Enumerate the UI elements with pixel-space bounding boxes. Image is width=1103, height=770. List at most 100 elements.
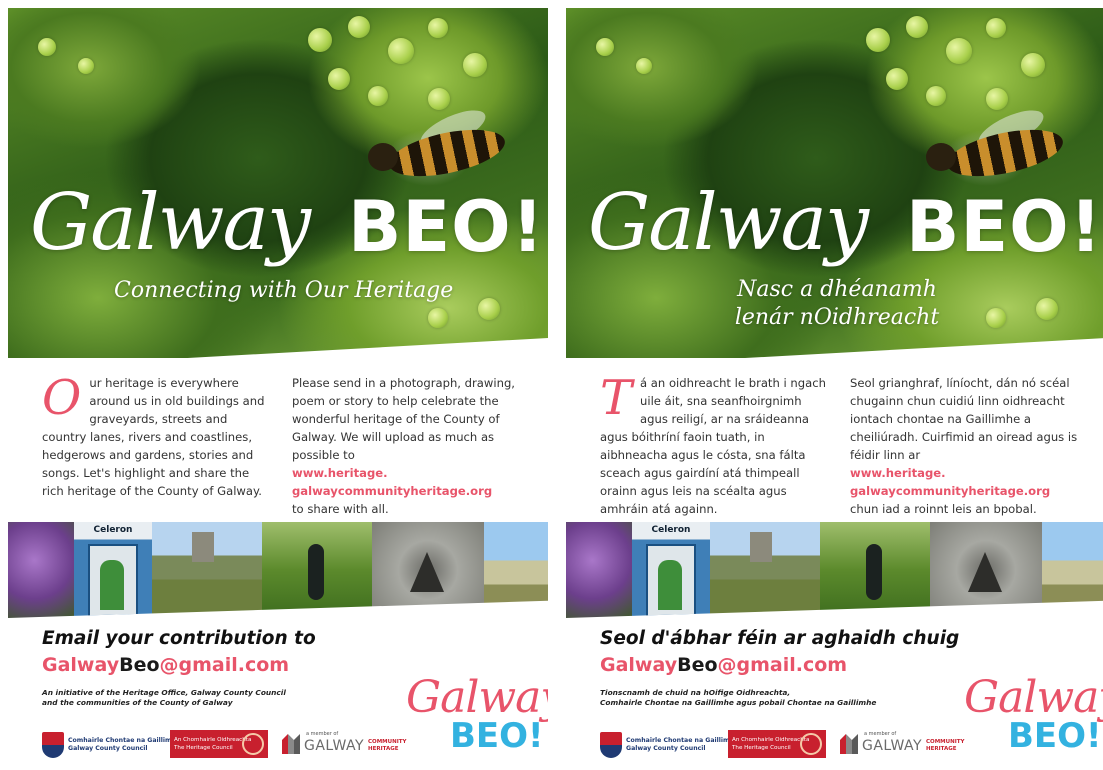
heritage-council-irish: An Chomhairle Oidhreachta	[174, 737, 252, 743]
photo-ruin	[152, 522, 262, 618]
ruin-tower	[192, 532, 214, 562]
tagline: Connecting with Our Heritage	[114, 278, 453, 303]
dropcap: T	[600, 370, 633, 426]
ivy-bud	[886, 68, 908, 90]
title-script-galway: Galway	[30, 178, 311, 268]
galway-community-heritage-logo: a member of GALWAY COMMUNITY HERITAGE	[840, 730, 965, 758]
email-address-link[interactable]: GalwayBeo@gmail.com	[600, 654, 847, 676]
intro-column: O ur heritage is everywhere around us in…	[42, 374, 272, 500]
tagline-line: Nasc a dhéanamh	[737, 277, 937, 302]
person-figure	[658, 560, 682, 610]
tagline-line: Connecting with Our Heritage	[114, 278, 454, 303]
heritage-word: HERITAGE	[926, 746, 957, 752]
ivy-bud	[946, 38, 972, 64]
ivy-bud	[463, 53, 487, 77]
ivy-bud	[308, 28, 332, 52]
website-link-part2: galwaycommunityheritage.org	[850, 484, 1051, 498]
heritage-seal-icon	[242, 733, 264, 755]
photo-cormorant	[820, 522, 930, 618]
title-beo: BEO!	[906, 186, 1103, 268]
ivy-bud	[348, 16, 370, 38]
community-heritage-mark-icon	[282, 734, 300, 754]
cta-text: Please send in a photograph, drawing, po…	[292, 376, 515, 462]
email-part-galway: Galway	[42, 654, 120, 676]
community-word: COMMUNITY	[926, 739, 965, 745]
ivy-bud	[368, 86, 388, 106]
photo-strip: Celeron	[566, 522, 1103, 618]
ivy-bud	[636, 58, 652, 74]
ivy-bud	[38, 38, 56, 56]
bird	[866, 544, 882, 600]
initiative-line: Comhairle Chontae na Gaillimhe agus poba…	[600, 698, 877, 707]
ivy-bud	[866, 28, 890, 52]
hero-photo-ivy-and-bee: Galway BEO! Connecting with Our Heritage	[8, 8, 548, 358]
ivy-bud	[428, 88, 450, 110]
galway-beo-logo-beo: BEO!	[450, 716, 544, 756]
email-heading: Seol d'ábhar féin ar aghaidh chuig	[600, 628, 960, 649]
galway-county-council-logo: Comhairle Chontae na Gaillimhe Galway Co…	[600, 732, 738, 758]
member-of-label: a member of	[864, 731, 897, 737]
intro-column: T á an oidhreacht le brath i ngach uile …	[600, 374, 830, 518]
tagline: Nasc a dhéanamh lenár nOidhreacht	[712, 276, 962, 332]
council-crest-icon	[600, 732, 622, 758]
ivy-bud	[1036, 298, 1058, 320]
initiative-note: Tionscnamh de chuid na hOifige Oidhreach…	[600, 688, 900, 708]
heritage-seal-icon	[800, 733, 822, 755]
heritage-word: HERITAGE	[368, 746, 399, 752]
galway-beo-logo-beo: BEO!	[1008, 716, 1102, 756]
heritage-council-english: The Heritage Council	[174, 744, 233, 751]
email-part-domain: @gmail.com	[159, 654, 290, 676]
email-part-galway: Galway	[600, 654, 678, 676]
cta-after-text: chun iad a roinnt leis an bpobal.	[850, 502, 1037, 516]
heritage-council-irish: An Chomhairle Oidhreachta	[732, 737, 810, 743]
initiative-note: An initiative of the Heritage Office, Ga…	[42, 688, 342, 708]
council-name-irish: Comhairle Chontae na Gaillimhe	[626, 737, 739, 744]
partner-logos: Comhairle Chontae na Gaillimhe Galway Co…	[600, 730, 965, 760]
website-link[interactable]: www.heritage. galwaycommunityheritage.or…	[850, 464, 1086, 500]
photo-phone-box: Celeron	[74, 522, 152, 618]
website-link[interactable]: www.heritage. galwaycommunityheritage.or…	[292, 464, 528, 500]
heritage-council-logo: An Chomhairle Oidhreachta The Heritage C…	[728, 730, 826, 758]
bee-head	[926, 143, 956, 171]
website-link-part1: www.heritage.	[850, 466, 946, 480]
bee-head	[368, 143, 398, 171]
photo-stone-wall	[372, 522, 484, 618]
website-link-part1: www.heritage.	[292, 466, 388, 480]
photo-purple-flowers	[566, 522, 632, 618]
heritage-council-logo: An Chomhairle Oidhreachta The Heritage C…	[170, 730, 268, 758]
ivy-bud	[428, 18, 448, 38]
intro-text: á an oidhreacht le brath i ngach uile ái…	[600, 376, 826, 516]
ivy-bud	[328, 68, 350, 90]
ivy-bud	[478, 298, 500, 320]
council-name-irish: Comhairle Chontae na Gaillimhe	[68, 737, 181, 744]
call-to-action-column: Please send in a photograph, drawing, po…	[292, 374, 528, 518]
initiative-line: and the communities of the County of Gal…	[42, 698, 233, 707]
ivy-bud	[428, 308, 448, 328]
email-part-beo: Beo	[119, 654, 160, 676]
photo-landscape	[484, 522, 548, 618]
photo-cormorant	[262, 522, 372, 618]
email-address-link[interactable]: GalwayBeo@gmail.com	[42, 654, 289, 676]
community-heritage-mark-icon	[840, 734, 858, 754]
ivy-bud	[78, 58, 94, 74]
photo-strip: Celeron	[8, 522, 548, 618]
call-to-action-column: Seol grianghraf, líníocht, dán nó scéal …	[850, 374, 1086, 518]
ivy-bud	[596, 38, 614, 56]
website-link-part2: galwaycommunityheritage.org	[292, 484, 493, 498]
community-word: COMMUNITY	[368, 739, 407, 745]
bird	[308, 544, 324, 600]
community-galway-word: GALWAY	[304, 738, 365, 754]
ivy-bud	[926, 86, 946, 106]
photo-stone-wall	[930, 522, 1042, 618]
email-heading: Email your contribution to	[42, 628, 316, 649]
galway-county-council-logo: Comhairle Chontae na Gaillimhe Galway Co…	[42, 732, 180, 758]
ivy-bud	[986, 308, 1006, 328]
ivy-bud	[986, 88, 1008, 110]
ruin-tower	[750, 532, 772, 562]
photo-ruin	[710, 522, 820, 618]
tagline-line: lenár nOidhreacht	[734, 305, 940, 330]
ivy-bud	[388, 38, 414, 64]
stone-arch	[968, 552, 1002, 592]
poster-irish: Galway BEO! Nasc a dhéanamh lenár nOidhr…	[566, 8, 1103, 764]
email-part-domain: @gmail.com	[717, 654, 848, 676]
